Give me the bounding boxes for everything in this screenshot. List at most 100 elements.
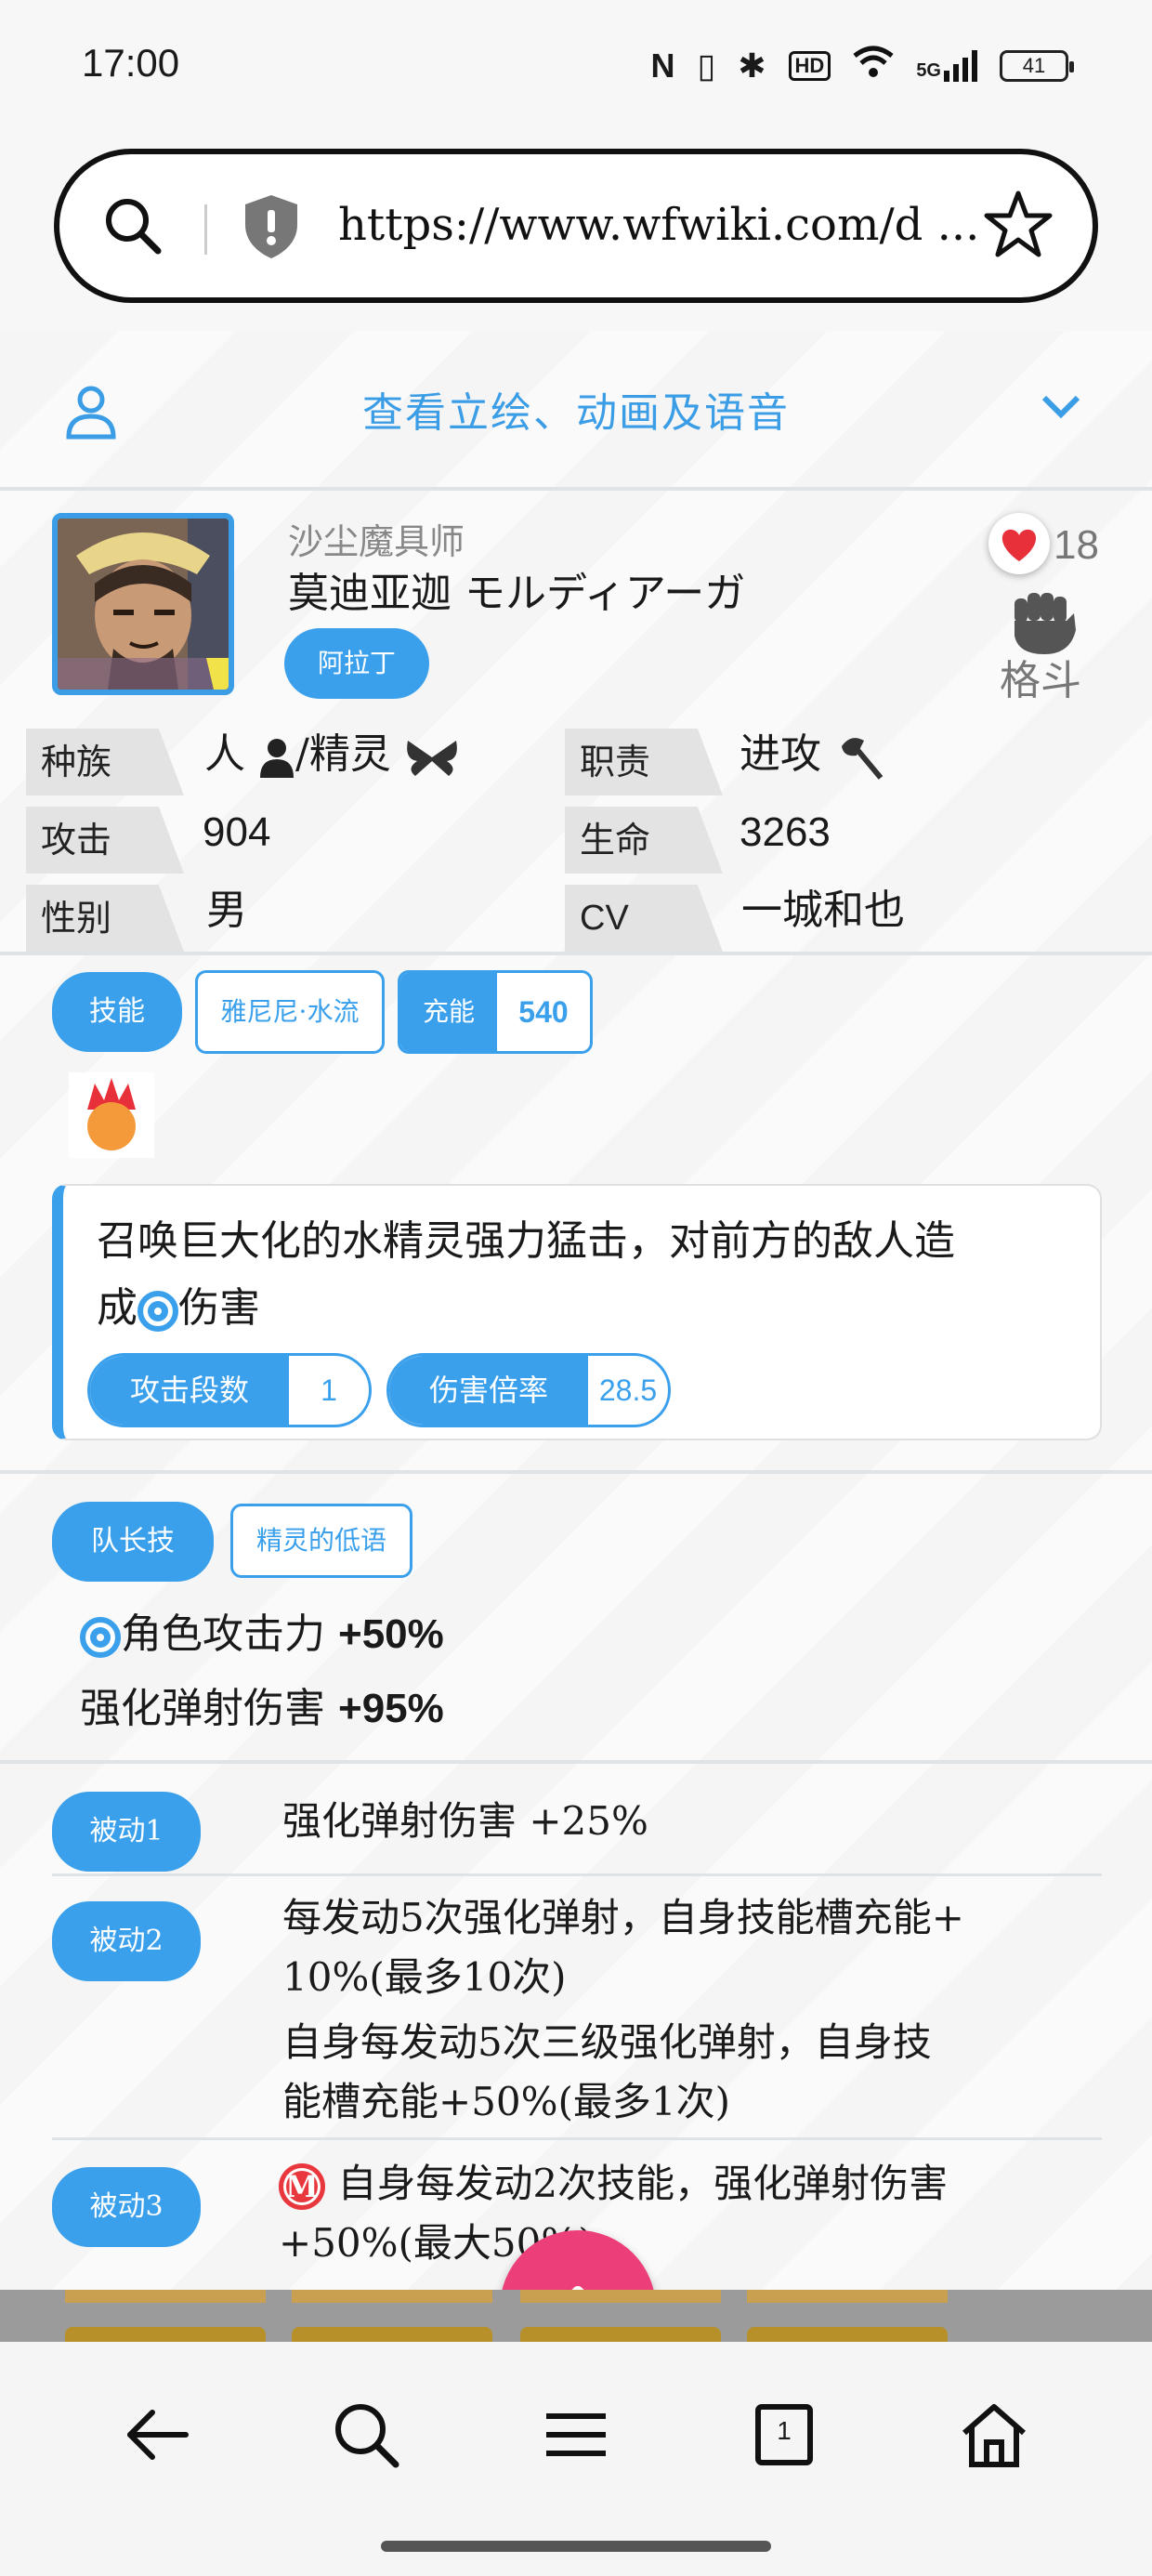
signal-icon: 5G bbox=[916, 49, 977, 82]
skill-tab[interactable]: 技能 bbox=[52, 972, 182, 1052]
stat-label-role: 职责 bbox=[565, 729, 723, 795]
m-badge-icon: M bbox=[279, 2163, 325, 2210]
stat-value-hp: 3263 bbox=[740, 809, 831, 855]
star-icon[interactable] bbox=[981, 188, 1055, 262]
charge-value: 540 bbox=[518, 995, 569, 1029]
like-button[interactable] bbox=[988, 513, 1050, 574]
role-text: 进攻 bbox=[740, 730, 821, 778]
passive-1-text: 强化弹射伤害 +25% bbox=[282, 1798, 648, 1844]
divider bbox=[52, 1873, 1102, 1876]
leader-effect-text: 角色攻击力 bbox=[121, 1610, 325, 1658]
attack-type-label: 格斗 bbox=[1000, 657, 1081, 704]
like-count: 18 bbox=[1054, 522, 1099, 568]
passive-line: +50%(最大50%) bbox=[279, 2220, 594, 2266]
passive-line: 10%(最多10次) bbox=[282, 1954, 567, 2000]
divider bbox=[0, 1760, 1152, 1764]
back-icon[interactable] bbox=[121, 2398, 195, 2472]
human-icon bbox=[260, 738, 294, 778]
url-text[interactable]: https://www.wfwiki.com/d ... bbox=[338, 199, 1007, 251]
passive-3-text: M 自身每发动2次技能，强化弹射伤害 +50%(最大50%) bbox=[279, 2154, 1078, 2273]
stat-value-cv: 一城和也 bbox=[741, 887, 905, 934]
butterfly-icon bbox=[406, 740, 457, 776]
race-tag-button[interactable]: 阿拉丁 bbox=[284, 628, 429, 699]
stat-label-hp: 生命 bbox=[565, 807, 723, 874]
stat-value-race: 人 /精灵 bbox=[204, 721, 460, 788]
divider bbox=[0, 952, 1152, 955]
passive-line: 自身每发动5次三级强化弹射，自身技 bbox=[282, 2019, 932, 2065]
wiki-page: 查看立绘、动画及语音 沙尘魔具师 莫迪亚迦 モルディアーガ 阿拉丁 18 格斗 bbox=[0, 331, 1152, 2290]
status-icons: N ▯ ✱ HD 5G 41 bbox=[650, 45, 1074, 86]
stat-label-gender: 性别 bbox=[26, 885, 184, 952]
wifi-icon bbox=[853, 45, 894, 86]
character-name: 莫迪亚迦 モルディアーガ bbox=[288, 570, 746, 617]
desc-text: 伤害 bbox=[178, 1284, 260, 1332]
race-human: 人 bbox=[204, 730, 245, 778]
battery-icon: 41 bbox=[1000, 49, 1074, 82]
view-art-toggle[interactable]: 查看立绘、动画及语音 bbox=[0, 379, 1152, 439]
stat-value-gender: 男 bbox=[206, 887, 247, 934]
passive-1-tag: 被动1 bbox=[52, 1792, 201, 1872]
desc-text: 成 bbox=[97, 1284, 137, 1332]
passive-line: M 自身每发动2次技能，强化弹射伤害 bbox=[279, 2154, 1078, 2214]
damage-multiplier-label: 伤害倍率 bbox=[389, 1356, 588, 1425]
leader-effect-2: 强化弹射伤害 +95% bbox=[80, 1675, 444, 1734]
search-icon[interactable] bbox=[102, 195, 164, 256]
passive-2-tag: 被动2 bbox=[52, 1901, 201, 1981]
tabs-button[interactable]: 1 bbox=[747, 2398, 821, 2472]
character-title: 沙尘魔具师 bbox=[288, 521, 465, 562]
damage-multiplier-chip: 伤害倍率 28.5 bbox=[386, 1353, 671, 1427]
leader-skill-name: 精灵的低语 bbox=[230, 1504, 412, 1578]
desc-line: 成伤害 bbox=[97, 1275, 1091, 1342]
divider bbox=[0, 1470, 1152, 1474]
nfc-icon: N bbox=[650, 46, 675, 85]
water-element-icon bbox=[137, 1290, 178, 1332]
stat-value-role: 进攻 bbox=[740, 721, 886, 788]
hit-count-chip: 攻击段数 1 bbox=[87, 1353, 372, 1427]
stat-value-atk: 904 bbox=[203, 809, 271, 855]
menu-icon[interactable] bbox=[539, 2398, 613, 2472]
passive-line: 能槽充能+50%(最多1次) bbox=[282, 2079, 731, 2124]
axe-icon bbox=[842, 737, 884, 780]
tab-count: 1 bbox=[777, 2416, 792, 2445]
bluetooth-icon: ✱ bbox=[738, 46, 766, 85]
passive-line-text: 自身每发动2次技能，强化弹射伤害 bbox=[337, 2161, 949, 2206]
divider bbox=[52, 2137, 1102, 2140]
leader-effect-value: +95% bbox=[338, 1686, 444, 1731]
water-element-icon bbox=[80, 1616, 121, 1658]
search-icon[interactable] bbox=[329, 2398, 403, 2472]
home-icon[interactable] bbox=[957, 2398, 1031, 2472]
stat-label-race: 种族 bbox=[26, 729, 184, 795]
hit-count-value: 1 bbox=[321, 1373, 337, 1407]
damage-multiplier-value: 28.5 bbox=[598, 1373, 658, 1407]
skill-icon bbox=[69, 1072, 154, 1158]
address-bar[interactable]: https://www.wfwiki.com/d ... bbox=[54, 149, 1098, 303]
chevron-down-icon[interactable] bbox=[1041, 392, 1081, 420]
passive-line: 每发动5次强化弹射，自身技能槽充能+ bbox=[282, 1895, 964, 1940]
home-indicator[interactable] bbox=[381, 2541, 771, 2552]
stat-label-cv: CV bbox=[565, 885, 723, 952]
passive-3-tag: 被动3 bbox=[52, 2167, 201, 2247]
underlying-content bbox=[0, 2290, 1152, 2342]
shield-icon[interactable] bbox=[242, 193, 301, 260]
passive-2-text: 每发动5次强化弹射，自身技能槽充能+ 10%(最多10次) 自身每发动5次三级强… bbox=[282, 1888, 1081, 2132]
skill-name: 雅尼尼·水流 bbox=[195, 970, 385, 1054]
status-bar: 17:00 N ▯ ✱ HD 5G 41 bbox=[0, 0, 1152, 139]
leader-effect-1: 角色攻击力 +50% bbox=[80, 1600, 444, 1660]
race-elf: /精灵 bbox=[295, 730, 391, 778]
desc-line: 召唤巨大化的水精灵强力猛击，对前方的敌人造 bbox=[97, 1217, 955, 1265]
divider bbox=[0, 487, 1152, 491]
leader-skill-tab[interactable]: 队长技 bbox=[52, 1502, 214, 1582]
leader-effect-value: +50% bbox=[338, 1611, 444, 1657]
stat-label-atk: 攻击 bbox=[26, 807, 184, 874]
divider bbox=[204, 204, 207, 255]
skill-description: 召唤巨大化的水精灵强力猛击，对前方的敌人造 成伤害 攻击段数 1 伤害倍率 28… bbox=[52, 1184, 1102, 1440]
charge-box: 充能 540 bbox=[398, 970, 593, 1054]
heart-icon bbox=[1001, 529, 1037, 561]
skill-description-text: 召唤巨大化的水精灵强力猛击，对前方的敌人造 成伤害 bbox=[97, 1208, 1091, 1342]
character-avatar bbox=[52, 513, 234, 695]
charge-label: 充能 bbox=[400, 973, 497, 1051]
hit-count-label: 攻击段数 bbox=[90, 1356, 289, 1425]
vibrate-icon: ▯ bbox=[697, 46, 716, 85]
hd-icon: HD bbox=[788, 50, 831, 81]
status-time: 17:00 bbox=[82, 41, 180, 85]
